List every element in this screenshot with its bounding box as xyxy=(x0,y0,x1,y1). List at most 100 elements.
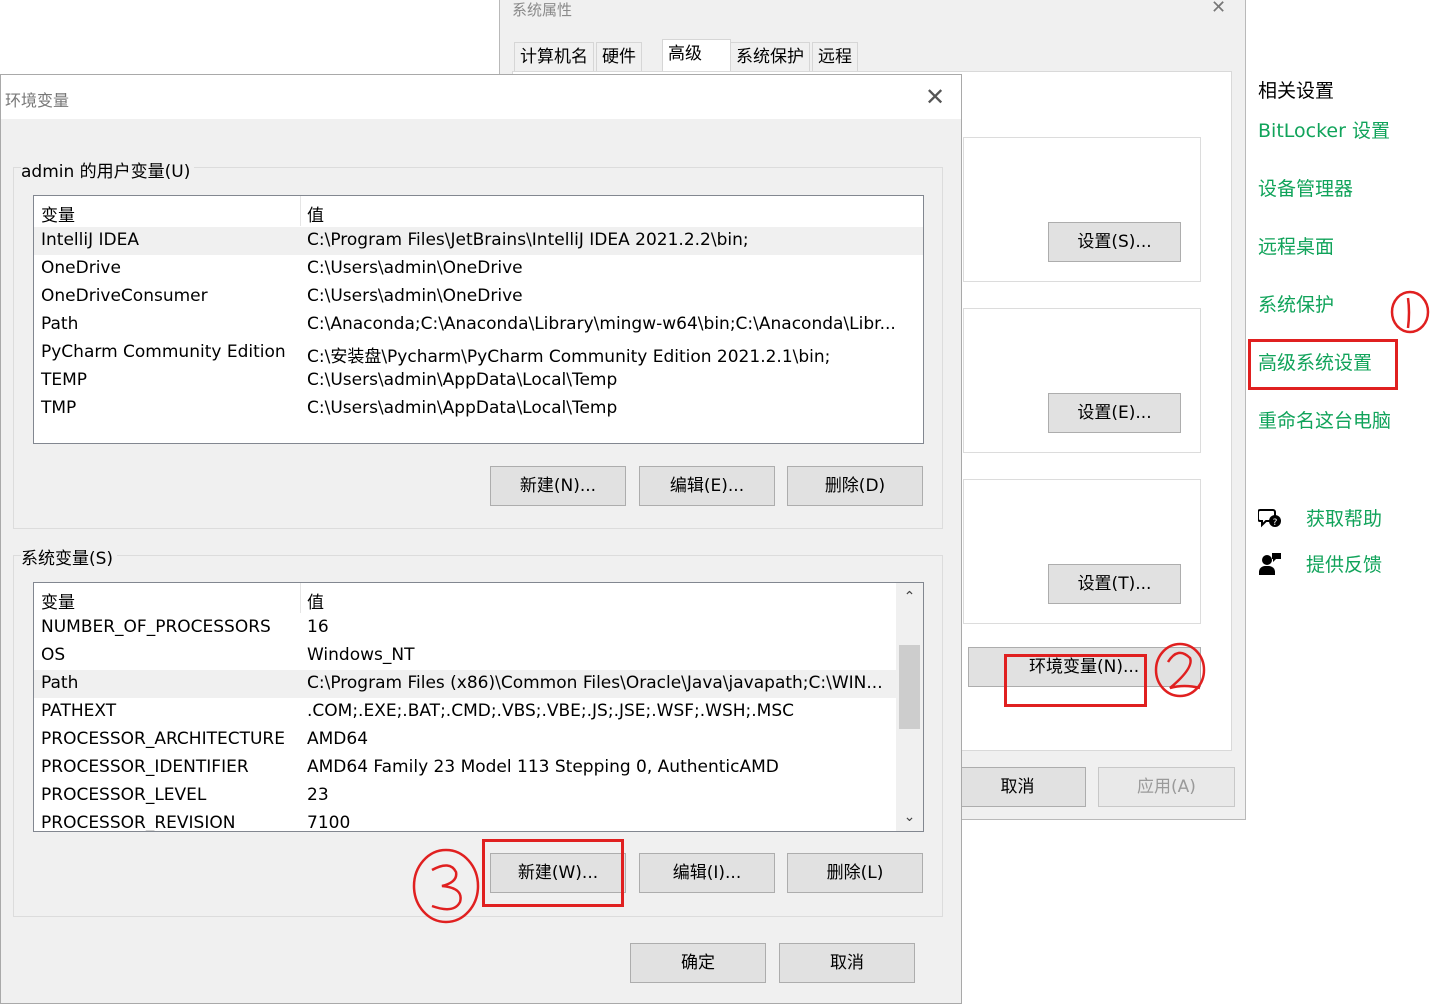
svg-text:?: ? xyxy=(1273,518,1278,528)
variable-value: C:\Program Files (x86)\Common Files\Orac… xyxy=(307,673,883,693)
variable-name: OneDriveConsumer xyxy=(41,286,208,306)
table-row[interactable]: OneDrive C:\Users\admin\OneDrive xyxy=(34,255,923,283)
user-variables-legend: admin 的用户变量(U) xyxy=(21,157,195,182)
advanced-system-settings-link[interactable]: 高级系统设置 xyxy=(1258,348,1372,375)
tab-computer-name[interactable]: 计算机名 xyxy=(514,42,594,71)
table-row[interactable]: PROCESSOR_IDENTIFIER AMD64 Family 23 Mod… xyxy=(34,754,896,782)
user-delete-button[interactable]: 删除(D) xyxy=(787,466,923,506)
variable-value: C:\Users\admin\AppData\Local\Temp xyxy=(307,370,618,390)
variable-value: 7100 xyxy=(307,813,351,832)
variable-value: .COM;.EXE;.BAT;.CMD;.VBS;.VBE;.JS;.JSE;.… xyxy=(307,701,795,721)
table-row[interactable]: PATHEXT .COM;.EXE;.BAT;.CMD;.VBS;.VBE;.J… xyxy=(34,698,896,726)
system-protection-link[interactable]: 系统保护 xyxy=(1258,290,1334,317)
get-help-label: 获取帮助 xyxy=(1306,508,1383,530)
table-row[interactable]: OneDriveConsumer C:\Users\admin\OneDrive xyxy=(34,283,923,311)
variable-column-header[interactable]: 变量 xyxy=(41,588,75,613)
variable-name: PATHEXT xyxy=(41,701,117,721)
give-feedback-label: 提供反馈 xyxy=(1306,554,1383,576)
rename-pc-link[interactable]: 重命名这台电脑 xyxy=(1258,406,1391,433)
scroll-thumb[interactable] xyxy=(899,645,920,729)
environment-variables-button[interactable]: 环境变量(N)... xyxy=(968,647,1201,687)
variable-value: Windows_NT xyxy=(307,645,415,665)
user-variables-list[interactable]: 变量 值 IntelliJ IDEA C:\Program Files\JetB… xyxy=(33,195,924,444)
variable-value: C:\Users\admin\AppData\Local\Temp xyxy=(307,398,618,418)
variable-name: PROCESSOR_LEVEL xyxy=(41,785,207,805)
variable-value: C:\安装盘\Pycharm\PyCharm Community Edition… xyxy=(307,347,831,367)
table-row[interactable]: Path C:\Program Files (x86)\Common Files… xyxy=(34,670,896,698)
get-help-row[interactable]: ? 获取帮助 xyxy=(1257,504,1383,531)
variable-name: PROCESSOR_IDENTIFIER xyxy=(41,757,249,777)
variable-name: Path xyxy=(41,314,79,334)
feedback-person-icon xyxy=(1258,552,1282,576)
table-row[interactable]: TEMP C:\Users\admin\AppData\Local\Temp xyxy=(34,367,923,395)
variable-name: TMP xyxy=(41,398,77,418)
close-icon[interactable]: ✕ xyxy=(925,83,945,111)
variable-name: Path xyxy=(41,673,79,693)
cancel-button[interactable]: 取消 xyxy=(779,943,915,983)
variable-name: PyCharm Community Edition xyxy=(41,342,286,362)
variable-value: C:\Users\admin\OneDrive xyxy=(307,258,523,278)
ok-button[interactable]: 确定 xyxy=(630,943,766,983)
value-column-header[interactable]: 值 xyxy=(307,201,324,226)
list-header: 变量 值 xyxy=(34,196,923,226)
startup-settings-button[interactable]: 设置(T)... xyxy=(1048,564,1181,604)
column-divider[interactable] xyxy=(300,196,301,226)
tab-advanced[interactable]: 高级 xyxy=(662,39,731,71)
tab-system-protection[interactable]: 系统保护 xyxy=(730,42,810,71)
performance-settings-button[interactable]: 设置(S)... xyxy=(1048,222,1181,262)
bitlocker-settings-link[interactable]: BitLocker 设置 xyxy=(1258,116,1390,143)
variable-value: C:\Program Files\JetBrains\IntelliJ IDEA… xyxy=(307,230,749,250)
table-row[interactable]: PROCESSOR_LEVEL 23 xyxy=(34,782,896,810)
title-bar: 环境变量 ✕ xyxy=(1,75,961,119)
give-feedback-row[interactable]: 提供反馈 xyxy=(1258,550,1382,577)
table-row[interactable]: PyCharm Community Edition C:\安装盘\Pycharm… xyxy=(34,339,923,367)
table-row[interactable]: Path C:\Anaconda;C:\Anaconda\Library\min… xyxy=(34,311,923,339)
user-edit-button[interactable]: 编辑(E)... xyxy=(639,466,775,506)
variable-value: C:\Anaconda;C:\Anaconda\Library\mingw-w6… xyxy=(307,314,896,334)
environment-variables-dialog: 环境变量 ✕ admin 的用户变量(U) 变量 值 IntelliJ IDEA… xyxy=(0,74,962,1004)
system-new-button[interactable]: 新建(W)... xyxy=(490,853,626,893)
scroll-down-icon[interactable]: ⌄ xyxy=(896,805,923,829)
system-variables-list[interactable]: 变量 值 NUMBER_OF_PROCESSORS 16 OS Windows_… xyxy=(33,582,924,832)
variable-name: NUMBER_OF_PROCESSORS xyxy=(41,617,271,637)
system-properties-title: 系统属性 xyxy=(512,1,573,19)
variable-value: 23 xyxy=(307,785,329,805)
value-column-header[interactable]: 值 xyxy=(307,588,324,613)
variable-name: TEMP xyxy=(41,370,88,390)
profile-settings-button[interactable]: 设置(E)... xyxy=(1048,393,1181,433)
variable-value: AMD64 xyxy=(307,729,369,749)
table-row[interactable]: IntelliJ IDEA C:\Program Files\JetBrains… xyxy=(34,227,923,255)
variable-value: 16 xyxy=(307,617,329,637)
list-header: 变量 值 xyxy=(34,583,923,613)
system-delete-button[interactable]: 删除(L) xyxy=(787,853,923,893)
related-settings-title: 相关设置 xyxy=(1258,80,1335,102)
tab-hardware[interactable]: 硬件 xyxy=(596,42,642,71)
chat-help-icon: ? xyxy=(1257,506,1282,530)
vertical-scrollbar[interactable]: ⌃ ⌄ xyxy=(896,583,923,831)
dialog-title: 环境变量 xyxy=(5,91,70,110)
variable-name: PROCESSOR_REVISION xyxy=(41,813,236,832)
close-icon[interactable]: ✕ xyxy=(1211,0,1226,18)
apply-button: 应用(A) xyxy=(1098,767,1235,807)
variable-name: IntelliJ IDEA xyxy=(41,230,139,250)
tab-remote[interactable]: 远程 xyxy=(812,42,858,71)
device-manager-link[interactable]: 设备管理器 xyxy=(1258,174,1353,201)
cancel-button[interactable]: 取消 xyxy=(949,767,1086,807)
column-divider[interactable] xyxy=(300,583,301,613)
remote-desktop-link[interactable]: 远程桌面 xyxy=(1258,232,1334,259)
table-row[interactable]: NUMBER_OF_PROCESSORS 16 xyxy=(34,614,896,642)
user-new-button[interactable]: 新建(N)... xyxy=(490,466,626,506)
system-edit-button[interactable]: 编辑(I)... xyxy=(639,853,775,893)
variable-name: OS xyxy=(41,645,66,665)
variable-value: AMD64 Family 23 Model 113 Stepping 0, Au… xyxy=(307,757,779,777)
table-row[interactable]: PROCESSOR_REVISION 7100 xyxy=(34,810,896,832)
system-variables-legend: 系统变量(S) xyxy=(21,544,118,569)
variable-column-header[interactable]: 变量 xyxy=(41,201,75,226)
table-row[interactable]: PROCESSOR_ARCHITECTURE AMD64 xyxy=(34,726,896,754)
variable-name: OneDrive xyxy=(41,258,121,278)
table-row[interactable]: OS Windows_NT xyxy=(34,642,896,670)
variable-name: PROCESSOR_ARCHITECTURE xyxy=(41,729,285,749)
annotation-step-1-icon xyxy=(1390,290,1430,334)
table-row[interactable]: TMP C:\Users\admin\AppData\Local\Temp xyxy=(34,395,923,423)
scroll-up-icon[interactable]: ⌃ xyxy=(896,585,923,609)
